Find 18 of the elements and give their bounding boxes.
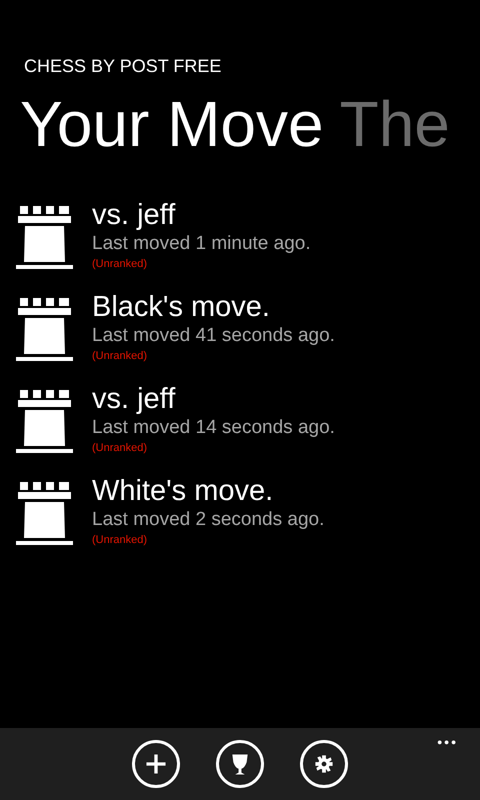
last-moved-text: Last moved 14 seconds ago. xyxy=(92,416,335,440)
plus-icon xyxy=(144,752,168,776)
last-moved-text: Last moved 1 minute ago. xyxy=(92,232,311,256)
settings-button[interactable] xyxy=(300,740,348,788)
pivot-header[interactable]: The xyxy=(340,86,450,162)
last-moved-text: Last moved 2 seconds ago. xyxy=(92,508,324,532)
add-button[interactable] xyxy=(132,740,180,788)
gear-icon xyxy=(315,755,333,773)
last-moved-text: Last moved 41 seconds ago. xyxy=(92,324,335,348)
pivot-header[interactable]: Your Move xyxy=(20,86,324,162)
app-title: CHESS BY POST FREE xyxy=(24,55,222,78)
trophy-icon xyxy=(232,754,248,774)
rank-label: (Unranked) xyxy=(92,257,148,272)
rank-label: (Unranked) xyxy=(92,441,148,456)
rank-label: (Unranked) xyxy=(92,533,148,548)
rank-label: (Unranked) xyxy=(92,349,148,364)
trophy-button[interactable] xyxy=(216,740,264,788)
more-button[interactable]: ••• xyxy=(437,732,458,753)
